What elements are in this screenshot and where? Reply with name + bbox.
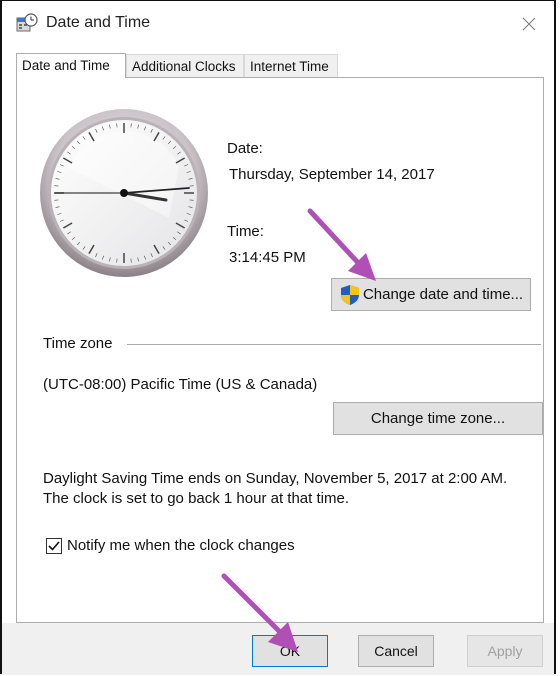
time-zone-group-label: Time zone — [43, 335, 113, 352]
change-time-zone-button[interactable]: Change time zone... — [333, 402, 543, 435]
cancel-button[interactable]: Cancel — [358, 635, 434, 667]
checkmark-icon — [48, 541, 60, 551]
close-icon[interactable] — [514, 9, 544, 39]
tab-panel: Date: Thursday, September 14, 2017 Time:… — [16, 77, 544, 623]
time-label: Time: — [227, 223, 264, 240]
tab-additional-clocks[interactable]: Additional Clocks — [126, 54, 244, 77]
time-value: 3:14:45 PM — [229, 249, 306, 266]
group-divider — [127, 344, 541, 345]
title-bar: Date and Time — [2, 1, 554, 45]
dst-info-line2: The clock is set to go back 1 hour at th… — [43, 490, 349, 507]
notify-label[interactable]: Notify me when the clock changes — [67, 537, 295, 554]
date-label: Date: — [227, 140, 263, 157]
tab-date-and-time[interactable]: Date and Time — [16, 53, 126, 78]
dst-info-line1: Daylight Saving Time ends on Sunday, Nov… — [43, 470, 508, 487]
analog-clock — [40, 109, 208, 277]
notify-checkbox[interactable] — [46, 538, 62, 554]
date-value: Thursday, September 14, 2017 — [229, 166, 435, 183]
apply-button[interactable]: Apply — [467, 635, 543, 667]
annotation-arrow-ok — [221, 573, 298, 652]
time-zone-value: (UTC-08:00) Pacific Time (US & Canada) — [43, 376, 318, 393]
tab-internet-time[interactable]: Internet Time — [244, 54, 338, 77]
date-time-app-icon — [16, 13, 38, 32]
window-title: Date and Time — [46, 14, 151, 31]
annotation-arrow-change-date — [307, 208, 376, 281]
